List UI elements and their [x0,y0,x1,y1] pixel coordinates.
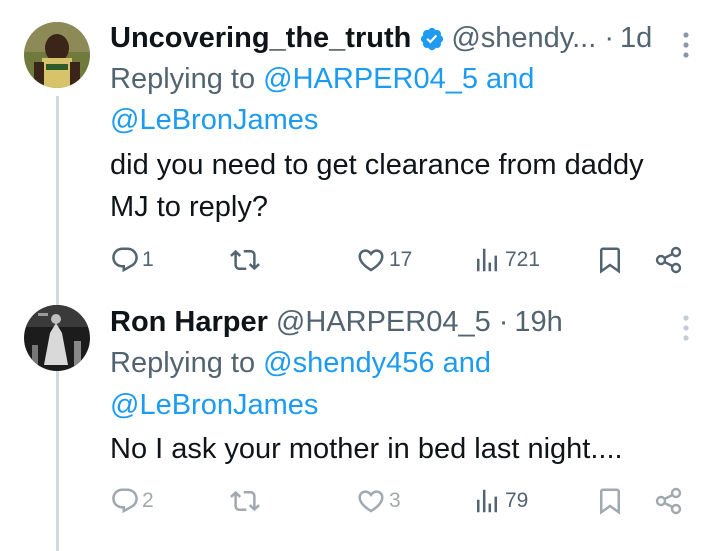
replying-to-line-2: @LeBronJames [110,99,318,141]
timestamp[interactable]: 19h [514,306,562,339]
separator-dot: · [604,22,614,54]
repost-button[interactable] [230,486,260,516]
views-button[interactable]: 721 [472,245,540,275]
like-button[interactable]: 17 [356,245,412,275]
repost-button[interactable] [230,245,260,275]
avatar-uncovering-the-truth[interactable] [24,22,90,88]
mention-link[interactable]: @LeBronJames [110,389,318,421]
mention-and: and [442,347,491,379]
handle[interactable]: @shendy... [451,22,596,55]
share-icon [655,246,682,274]
like-count: 3 [389,489,401,512]
like-button[interactable]: 3 [356,486,401,516]
tweet-1-header: Uncovering_the_truth @shendy... · 1d [110,22,652,55]
avatar-ron-harper[interactable] [24,305,90,371]
like-icon [358,490,384,513]
replying-to-line: Replying to @HARPER04_5 and [110,58,534,100]
display-name[interactable]: Ron Harper [110,306,268,339]
reply-icon [112,247,138,273]
like-count: 17 [389,248,413,271]
mention-link[interactable]: @shendy456 [263,347,434,379]
tweet-text: No I ask your mother in bed last night..… [110,428,710,470]
reply-button[interactable]: 2 [110,486,154,516]
separator-dot: · [498,306,509,338]
replying-to-line-2: @LeBronJames [110,384,318,426]
verified-badge-icon [421,27,444,50]
reply-count: 1 [142,248,154,271]
tweet-2-header: Ron Harper @HARPER04_5 · 19h [110,306,563,339]
handle[interactable]: @HARPER04_5 [276,306,491,339]
like-icon [358,249,384,272]
tweet-text-line: did you need to get clearance from daddy [110,149,644,181]
bookmark-icon [600,488,620,515]
timestamp[interactable]: 1d [620,22,652,55]
replying-to-label: Replying to [110,63,256,95]
mention-and: and [486,63,535,95]
reply-button[interactable]: 1 [110,245,154,275]
reply-icon [112,488,138,514]
more-icon[interactable] [676,30,696,60]
share-button[interactable] [654,245,684,275]
tweet-text-line: No I ask your mother in bed last night..… [110,433,623,465]
views-count: 79 [505,489,529,512]
views-icon [477,489,497,513]
tweet-text: did you need to get clearance from daddy… [110,144,710,228]
repost-icon [230,490,260,512]
more-icon[interactable] [676,313,696,343]
views-count: 721 [505,248,541,271]
views-icon [477,248,497,272]
views-button[interactable]: 79 [472,486,528,516]
mention-link[interactable]: @HARPER04_5 [263,63,478,95]
bookmark-button[interactable] [595,245,625,275]
repost-icon [230,249,260,271]
replying-to-line: Replying to @shendy456 and [110,342,491,384]
bookmark-button[interactable] [595,486,625,516]
bookmark-icon [600,247,620,274]
tweet-text-line: MJ to reply? [110,191,268,223]
share-button[interactable] [654,486,684,516]
display-name[interactable]: Uncovering_the_truth [110,22,411,55]
reply-count: 2 [142,489,154,512]
replying-to-label: Replying to [110,347,256,379]
mention-link[interactable]: @LeBronJames [110,104,318,136]
share-icon [655,487,682,515]
